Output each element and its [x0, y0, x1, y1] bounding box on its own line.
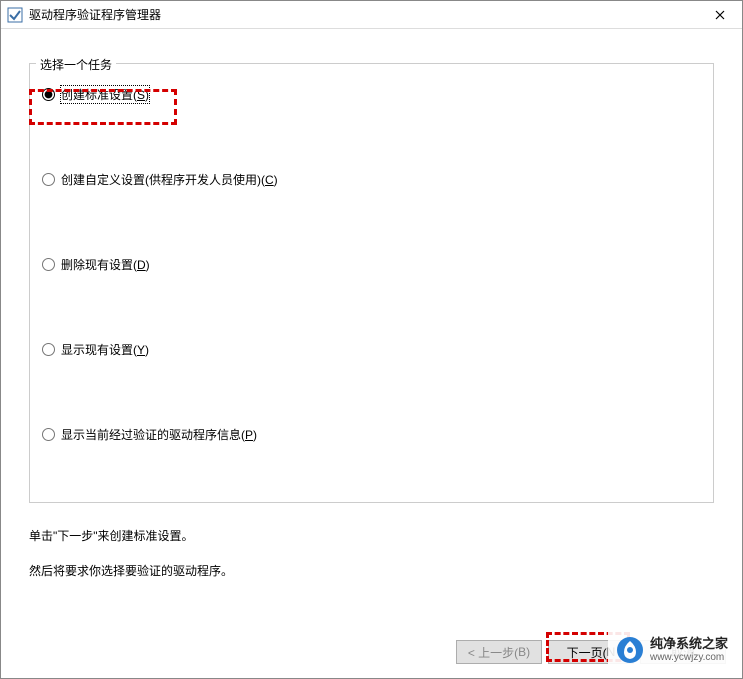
back-button[interactable]: < 上一步(B) [456, 640, 542, 664]
groupbox-label: 选择一个任务 [36, 56, 116, 73]
dialog-window: 驱动程序验证程序管理器 选择一个任务 创建标准设置(S) 创建自定义设置(供程序… [0, 0, 743, 679]
radio-input-display[interactable] [42, 343, 55, 356]
app-icon [7, 7, 23, 23]
close-icon [715, 10, 725, 20]
radio-label-info[interactable]: 显示当前经过验证的驱动程序信息(P) [61, 426, 257, 443]
radio-input-standard[interactable] [42, 88, 55, 101]
radio-label-delete[interactable]: 删除现有设置(D) [61, 256, 150, 273]
watermark-url: www.ycwjzy.com [650, 652, 728, 663]
radio-label-custom[interactable]: 创建自定义设置(供程序开发人员使用)(C) [61, 171, 278, 188]
radio-option-standard[interactable]: 创建标准设置(S) [40, 86, 703, 103]
watermark-logo-icon [616, 636, 644, 664]
watermark-text: 纯净系统之家 www.ycwjzy.com [650, 637, 728, 662]
radio-option-custom[interactable]: 创建自定义设置(供程序开发人员使用)(C) [40, 171, 703, 188]
radio-label-standard[interactable]: 创建标准设置(S) [61, 86, 149, 103]
instruction-line-2: 然后将要求你选择要验证的驱动程序。 [29, 562, 714, 581]
radio-input-info[interactable] [42, 428, 55, 441]
watermark: 纯净系统之家 www.ycwjzy.com [608, 632, 736, 668]
radio-label-display[interactable]: 显示现有设置(Y) [61, 341, 149, 358]
window-title: 驱动程序验证程序管理器 [29, 6, 161, 23]
task-groupbox: 选择一个任务 创建标准设置(S) 创建自定义设置(供程序开发人员使用)(C) 删… [29, 63, 714, 503]
radio-input-delete[interactable] [42, 258, 55, 271]
close-button[interactable] [700, 3, 740, 27]
radio-option-info[interactable]: 显示当前经过验证的驱动程序信息(P) [40, 426, 703, 443]
radio-option-delete[interactable]: 删除现有设置(D) [40, 256, 703, 273]
instruction-text: 单击"下一步"来创建标准设置。 然后将要求你选择要验证的驱动程序。 [29, 527, 714, 581]
radio-input-custom[interactable] [42, 173, 55, 186]
titlebar: 驱动程序验证程序管理器 [1, 1, 742, 29]
content-area: 选择一个任务 创建标准设置(S) 创建自定义设置(供程序开发人员使用)(C) 删… [1, 29, 742, 678]
radio-option-display[interactable]: 显示现有设置(Y) [40, 341, 703, 358]
watermark-cn: 纯净系统之家 [650, 637, 728, 651]
instruction-line-1: 单击"下一步"来创建标准设置。 [29, 527, 714, 546]
